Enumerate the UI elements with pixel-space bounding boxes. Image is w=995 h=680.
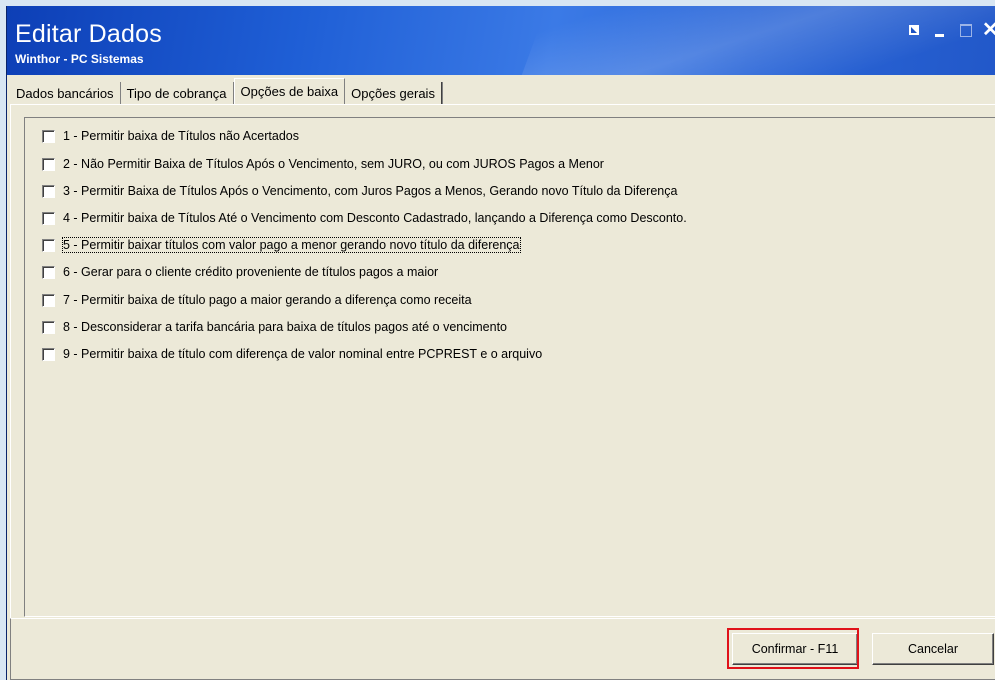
- close-icon[interactable]: ✕: [982, 20, 995, 40]
- option-label: 6 - Gerar para o cliente crédito proveni…: [63, 265, 439, 279]
- option-label: 3 - Permitir Baixa de Títulos Após o Ven…: [63, 184, 678, 198]
- window-controls: ✕: [904, 20, 995, 40]
- option-label: 1 - Permitir baixa de Títulos não Acerta…: [63, 129, 299, 143]
- cancel-button[interactable]: Cancelar: [872, 633, 994, 665]
- title-bar[interactable]: Editar Dados Winthor - PC Sistemas ✕: [7, 6, 995, 75]
- option-row-4[interactable]: 4 - Permitir baixa de Títulos Até o Venc…: [42, 209, 687, 227]
- minimize-icon[interactable]: [930, 21, 950, 39]
- tab-dados-bancarios[interactable]: Dados bancários: [10, 82, 121, 104]
- title-bar-glow: [510, 6, 995, 75]
- option-label: 2 - Não Permitir Baixa de Títulos Após o…: [63, 157, 604, 171]
- checkbox[interactable]: [42, 211, 55, 225]
- checkbox[interactable]: [42, 129, 55, 143]
- maximize-icon[interactable]: [956, 21, 976, 39]
- checkbox[interactable]: [42, 184, 55, 198]
- option-row-2[interactable]: 2 - Não Permitir Baixa de Títulos Após o…: [42, 155, 604, 173]
- tab-tipo-de-cobranca[interactable]: Tipo de cobrança: [120, 82, 234, 104]
- option-row-1[interactable]: 1 - Permitir baixa de Títulos não Acerta…: [42, 127, 299, 145]
- option-label: 9 - Permitir baixa de título com diferen…: [63, 347, 543, 361]
- option-label: 8 - Desconsiderar a tarifa bancária para…: [63, 320, 508, 334]
- checkbox[interactable]: [42, 320, 55, 334]
- checkbox[interactable]: [42, 157, 55, 171]
- tab-panel-opcoes-de-baixa: 1 - Permitir baixa de Títulos não Acerta…: [10, 104, 995, 620]
- option-row-9[interactable]: 9 - Permitir baixa de título com diferen…: [42, 345, 542, 363]
- tab-strip: Dados bancários Tipo de cobrança Opções …: [10, 78, 442, 104]
- restore-icon[interactable]: [904, 21, 924, 39]
- option-row-5[interactable]: 5 - Permitir baixar títulos com valor pa…: [42, 236, 521, 254]
- checkbox[interactable]: [42, 238, 55, 252]
- option-row-7[interactable]: 7 - Permitir baixa de título pago a maio…: [42, 291, 472, 309]
- confirm-button[interactable]: Confirmar - F11: [732, 633, 858, 665]
- tab-opcoes-de-baixa[interactable]: Opções de baixa: [233, 78, 346, 104]
- button-bar: Confirmar - F11 Cancelar: [10, 618, 995, 680]
- checkbox[interactable]: [42, 347, 55, 361]
- option-row-3[interactable]: 3 - Permitir Baixa de Títulos Após o Ven…: [42, 182, 677, 200]
- option-row-8[interactable]: 8 - Desconsiderar a tarifa bancária para…: [42, 318, 507, 336]
- window-title: Editar Dados: [15, 20, 162, 48]
- checkbox[interactable]: [42, 293, 55, 307]
- option-label: 7 - Permitir baixa de título pago a maio…: [63, 293, 472, 307]
- option-row-6[interactable]: 6 - Gerar para o cliente crédito proveni…: [42, 263, 438, 281]
- edit-data-window: Editar Dados Winthor - PC Sistemas ✕ Dad…: [6, 6, 995, 680]
- window-subtitle: Winthor - PC Sistemas: [15, 52, 144, 66]
- checkbox[interactable]: [42, 265, 55, 279]
- option-label: 4 - Permitir baixa de Títulos Até o Venc…: [63, 211, 687, 225]
- tab-opcoes-gerais[interactable]: Opções gerais: [345, 82, 442, 104]
- options-group: 1 - Permitir baixa de Títulos não Acerta…: [24, 117, 995, 617]
- option-label: 5 - Permitir baixar títulos com valor pa…: [62, 237, 521, 253]
